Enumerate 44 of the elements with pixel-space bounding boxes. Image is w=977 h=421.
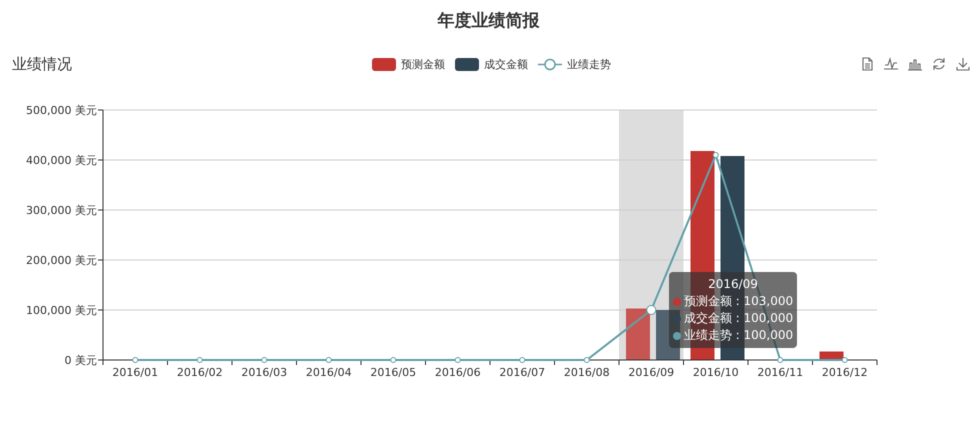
point — [519, 357, 526, 363]
x-tick-label: 2016/05 — [370, 366, 416, 379]
line-chart-icon[interactable] — [883, 56, 899, 72]
x-tick-label: 2016/01 — [112, 366, 158, 379]
y-tick-label: 400,000 美元 — [26, 154, 97, 167]
tooltip-row: 业绩走势 : 100,000 — [684, 327, 794, 344]
y-tick-label: 500,000 美元 — [26, 104, 97, 117]
point — [777, 357, 784, 363]
legend-swatch-icon — [455, 58, 479, 70]
tooltip-row: 预测金额 : 103,000 — [684, 293, 794, 310]
legend-line-icon — [538, 58, 562, 70]
x-tick-label: 2016/07 — [499, 366, 546, 379]
point — [390, 357, 396, 363]
x-tick-label: 2016/04 — [306, 366, 352, 379]
tooltip-row: 成交金额 : 100,000 — [684, 310, 794, 327]
x-tick-label: 2016/10 — [692, 366, 739, 379]
legend-item[interactable]: 预测金额 — [372, 56, 445, 72]
tooltip-title: 2016/09 — [708, 276, 758, 293]
legend-item[interactable]: 业绩走势 — [538, 56, 611, 72]
point — [196, 357, 203, 363]
y-tick-label: 200,000 美元 — [26, 254, 97, 267]
download-icon[interactable] — [955, 56, 971, 72]
point — [261, 357, 268, 363]
point — [326, 357, 332, 363]
x-tick-label: 2016/09 — [628, 366, 674, 379]
legend-item[interactable]: 成交金额 — [455, 56, 528, 72]
point — [584, 357, 590, 363]
point — [132, 357, 138, 363]
point — [454, 357, 461, 363]
y-tick-label: 100,000 美元 — [26, 304, 97, 317]
legend-swatch-icon — [372, 58, 396, 70]
x-tick-label: 2016/03 — [241, 366, 288, 379]
x-tick-label: 2016/08 — [564, 366, 610, 379]
x-tick-label: 2016/11 — [757, 366, 804, 379]
x-tick-label: 2016/06 — [434, 366, 481, 379]
report-title: 年度业绩简报 — [436, 10, 540, 33]
point — [842, 357, 848, 363]
refresh-icon[interactable] — [931, 56, 947, 72]
x-tick-label: 2016/12 — [822, 366, 868, 379]
y-tick-label: 0 美元 — [64, 354, 97, 367]
x-tick-label: 2016/02 — [176, 366, 223, 379]
panel-title: 业绩情况 — [12, 54, 73, 74]
point — [712, 152, 719, 158]
y-tick-label: 300,000 美元 — [26, 204, 97, 217]
